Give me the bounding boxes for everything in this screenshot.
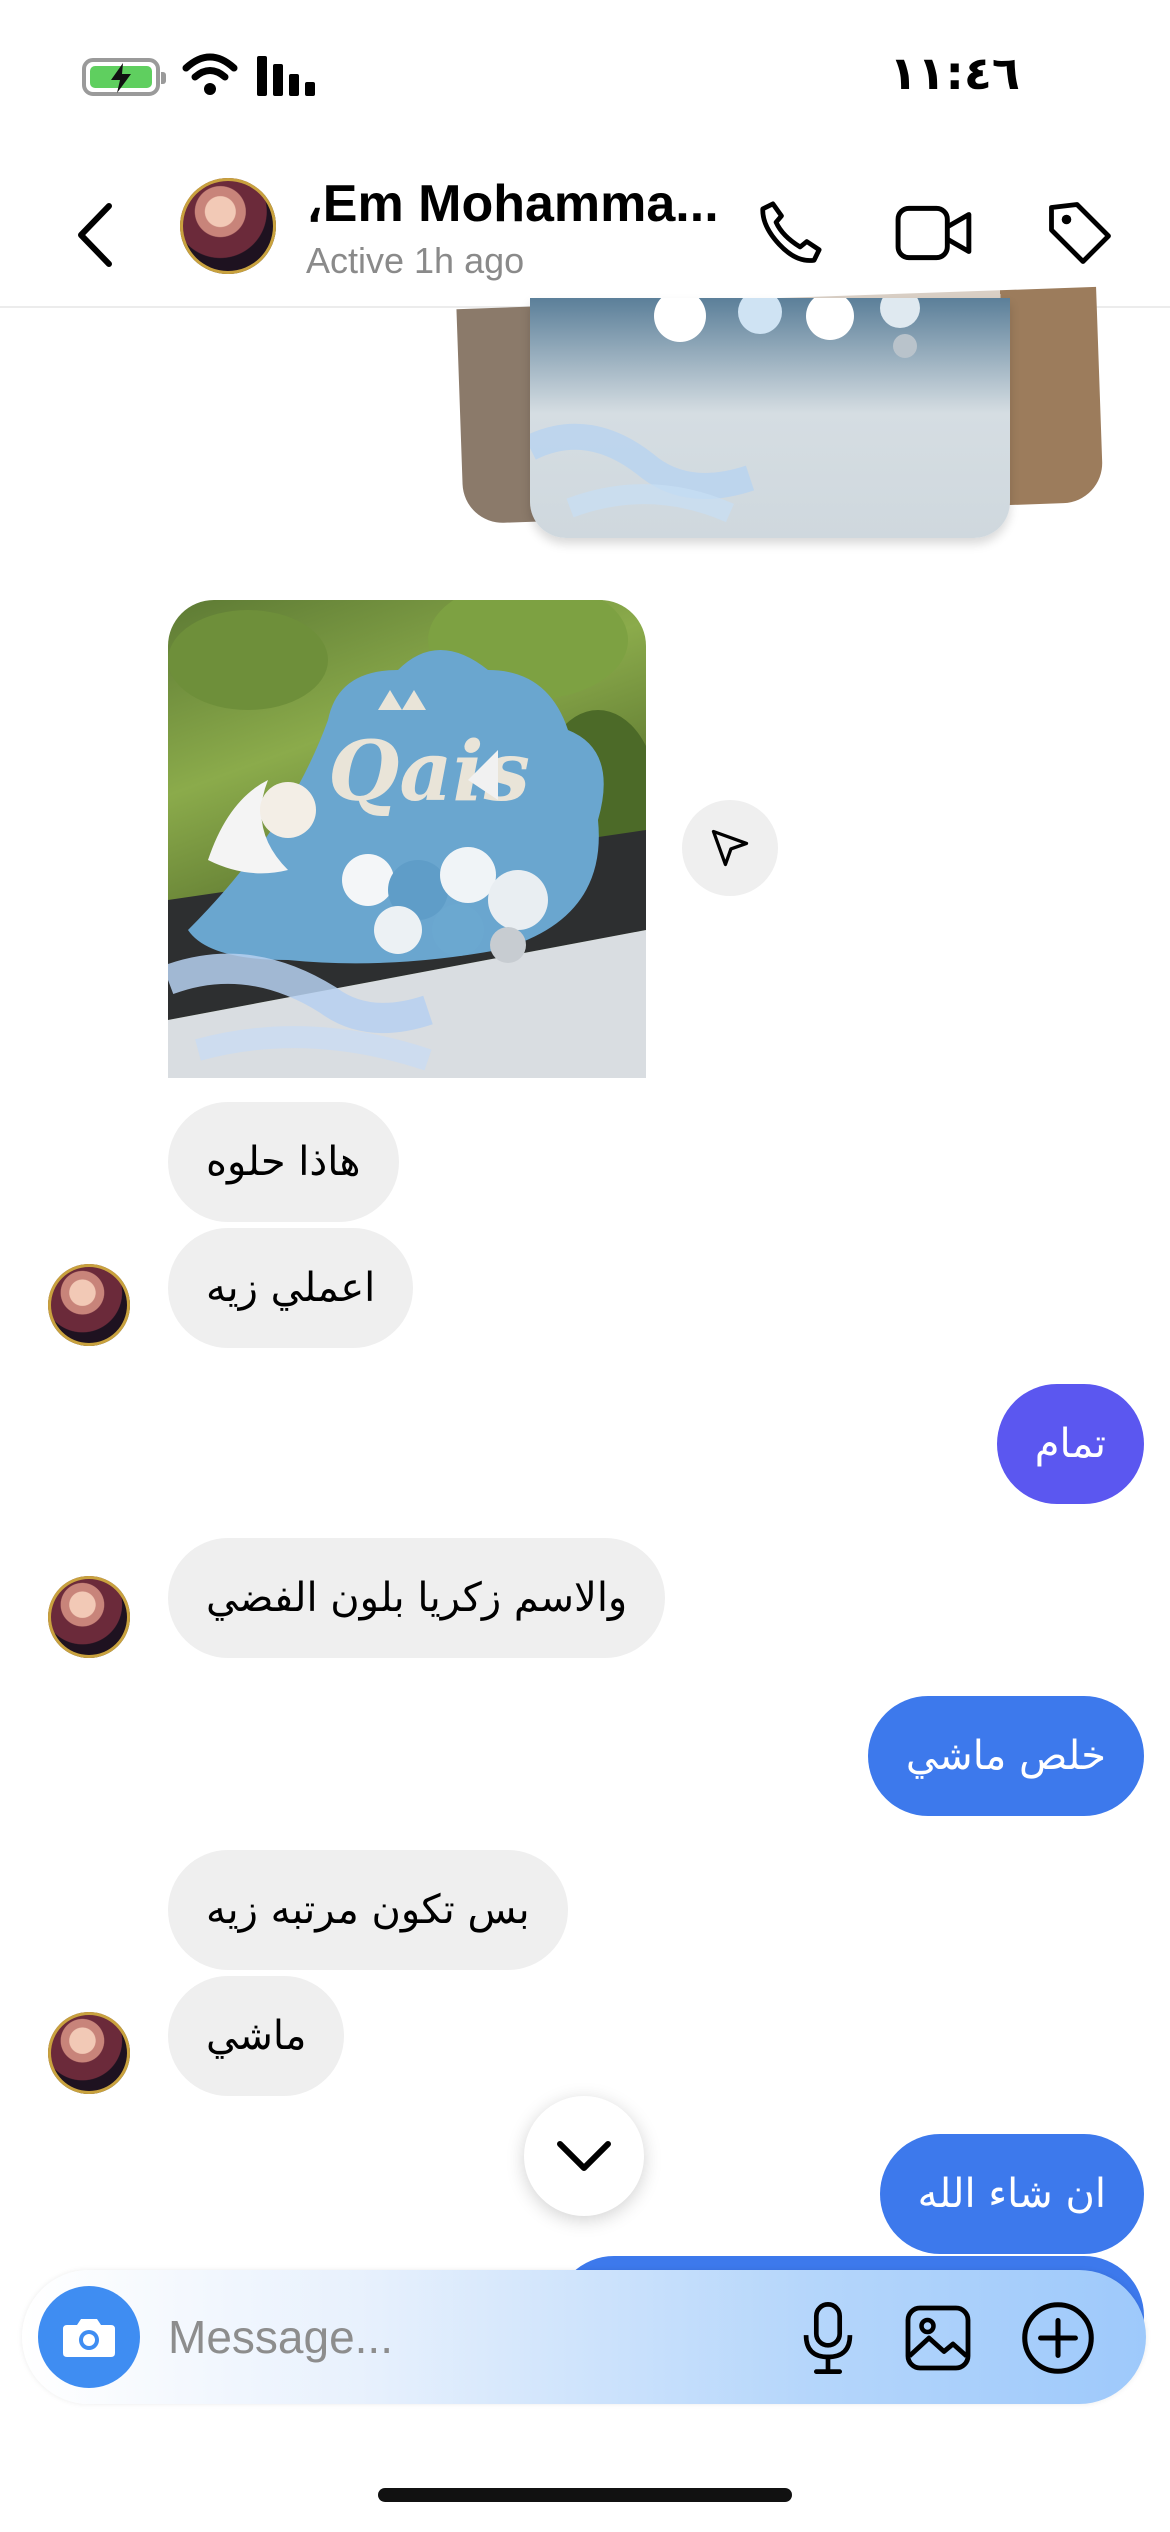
gallery-icon [905, 2305, 971, 2371]
battery-charging-icon [82, 58, 166, 96]
message-received[interactable]: اعملي زيه [168, 1228, 414, 1348]
microphone-icon [803, 2302, 853, 2374]
status-time: ١١:٤٦ [889, 46, 1020, 100]
contact-avatar-small[interactable] [48, 2012, 130, 2094]
message-composer [22, 2270, 1146, 2404]
signal-icon [257, 56, 315, 96]
tag-button[interactable] [1035, 188, 1125, 278]
video-call-icon [895, 205, 972, 261]
video-call-button[interactable] [890, 188, 980, 278]
message-received[interactable]: والاسم زكريا بلون الفضي [168, 1538, 666, 1658]
message-input[interactable] [168, 2302, 768, 2372]
post-image-text: Qais [328, 724, 530, 820]
message-received[interactable]: بس تكون مرتبه زيه [168, 1850, 568, 1970]
home-indicator[interactable] [378, 2488, 792, 2502]
phone-icon [760, 201, 822, 263]
contact-name[interactable]: ،Em Mohamma... [306, 174, 719, 234]
camera-icon [63, 2319, 115, 2357]
gallery-button[interactable] [892, 2292, 984, 2384]
message-sent[interactable]: تمام [996, 1384, 1144, 1504]
contact-avatar[interactable] [180, 178, 276, 274]
contact-avatar-small[interactable] [48, 1576, 130, 1658]
plus-circle-icon [1022, 2302, 1094, 2374]
more-options-button[interactable] [1012, 2292, 1104, 2384]
back-arrow-icon [78, 203, 112, 267]
chevron-down-icon [557, 2141, 611, 2171]
send-icon [711, 829, 749, 867]
message-received[interactable]: هاذا حلوه [168, 1102, 399, 1222]
voice-message-button[interactable] [782, 2292, 874, 2384]
share-post-button[interactable] [682, 800, 778, 896]
status-bar: ١١:٤٦ [0, 0, 1170, 150]
wifi-icon [182, 53, 238, 95]
shared-photo-front[interactable] [530, 298, 1010, 538]
contact-avatar-small[interactable] [48, 1264, 130, 1346]
message-sent[interactable]: خلص ماشي [867, 1696, 1144, 1816]
shared-post-image[interactable]: Qais [168, 600, 646, 1078]
camera-button[interactable] [38, 2286, 140, 2388]
contact-status: Active 1h ago [306, 240, 525, 281]
shared-photo-stack[interactable] [456, 286, 1110, 548]
chat-header: ،Em Mohamma... Active 1h ago [0, 160, 1170, 308]
back-button[interactable] [60, 190, 130, 280]
tag-icon [1049, 202, 1111, 264]
message-sent[interactable]: ان شاء الله [879, 2134, 1144, 2254]
scroll-to-bottom-button[interactable] [524, 2096, 644, 2216]
message-received[interactable]: ماشي [168, 1976, 345, 2096]
audio-call-button[interactable] [745, 188, 835, 278]
